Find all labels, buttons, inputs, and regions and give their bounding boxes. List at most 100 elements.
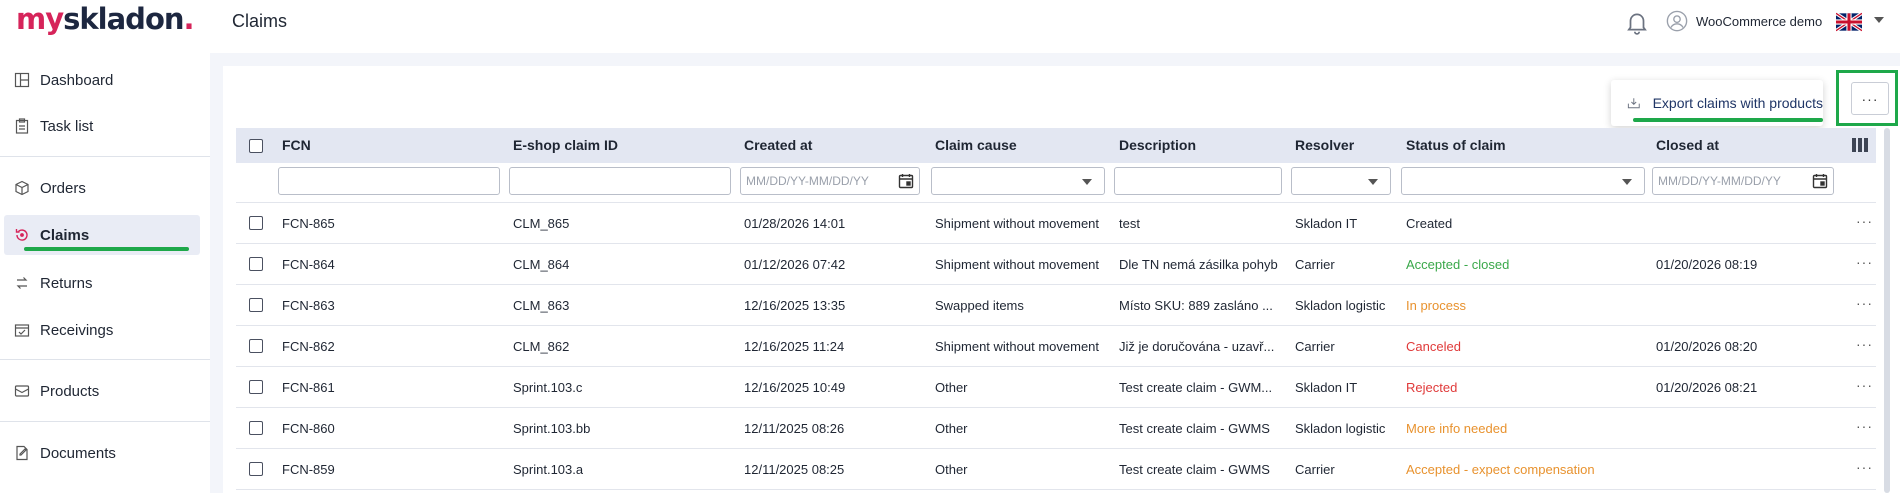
cell-fcn[interactable]: FCN-865: [282, 203, 335, 244]
row-actions-button[interactable]: ···: [1856, 326, 1873, 363]
sidebar-item-receivings[interactable]: Receivings: [0, 310, 210, 350]
brand-logo[interactable]: myskladon.: [16, 2, 195, 36]
claim-cause-filter-select[interactable]: [931, 167, 1105, 195]
row-checkbox[interactable]: [249, 339, 263, 353]
row-checkbox[interactable]: [249, 462, 263, 476]
cell-status: Canceled: [1406, 339, 1461, 354]
chevron-down-icon: [1082, 179, 1092, 185]
column-header-status[interactable]: Status of claim: [1406, 128, 1506, 163]
column-header-eshop-claim-id[interactable]: E-shop claim ID: [513, 128, 618, 163]
status-filter-select[interactable]: [1401, 167, 1645, 195]
row-checkbox[interactable]: [249, 421, 263, 435]
column-header-claim-cause[interactable]: Claim cause: [935, 128, 1017, 163]
cell-status: More info needed: [1406, 421, 1508, 436]
row-actions-button[interactable]: ···: [1856, 244, 1873, 281]
cell-created-at: 12/11/2025 08:26: [744, 421, 845, 436]
notification-bell-icon[interactable]: [1624, 8, 1650, 36]
sidebar-item-documents[interactable]: Documents: [0, 433, 210, 473]
cell-claim-cause: Shipment without movement: [935, 339, 1100, 354]
row-checkbox[interactable]: [249, 257, 263, 271]
uk-flag-icon[interactable]: [1836, 12, 1862, 32]
user-avatar-icon: [1666, 10, 1688, 32]
cell-status: Accepted - expect compensation: [1406, 462, 1595, 477]
cell-description: Test create claim - GWM...: [1119, 380, 1273, 395]
row-actions-button[interactable]: ···: [1856, 408, 1873, 445]
sidebar-item-label: Documents: [40, 444, 116, 462]
sidebar-divider: [0, 359, 210, 360]
cell-description: Test create claim - GWMS: [1119, 421, 1270, 436]
cell-fcn[interactable]: FCN-859: [282, 449, 335, 490]
date-range-placeholder: MM/DD/YY-MM/DD/YY: [746, 174, 869, 188]
table-row[interactable]: FCN-863 CLM_863 12/16/2025 13:35 Swapped…: [236, 285, 1876, 326]
row-actions-button[interactable]: ···: [1856, 367, 1873, 404]
cell-claim-cause: Swapped items: [935, 298, 1024, 313]
cell-resolver: Carrier: [1295, 339, 1335, 354]
cell-fcn[interactable]: FCN-863: [282, 285, 335, 326]
sidebar-item-products[interactable]: Products: [0, 371, 210, 411]
documents-icon: [16, 445, 28, 461]
cell-created-at: 12/16/2025 13:35: [744, 298, 846, 313]
cell-resolver: Skladon IT: [1295, 380, 1358, 395]
row-checkbox[interactable]: [249, 380, 263, 394]
clipboard-icon: [15, 118, 29, 134]
user-menu[interactable]: WooCommerce demo: [1666, 10, 1822, 32]
date-range-placeholder: MM/DD/YY-MM/DD/YY: [1658, 174, 1781, 188]
table-row[interactable]: FCN-864 CLM_864 01/12/2026 07:42 Shipmen…: [236, 244, 1876, 285]
column-settings-icon[interactable]: [1852, 138, 1868, 152]
top-bar: myskladon. Claims WooCommerce demo: [0, 0, 1900, 53]
column-header-created-at[interactable]: Created at: [744, 128, 812, 163]
cell-claim-cause: Other: [935, 462, 968, 477]
cell-fcn[interactable]: FCN-862: [282, 326, 335, 367]
closed-at-filter-input[interactable]: MM/DD/YY-MM/DD/YY: [1652, 167, 1834, 195]
cell-fcn[interactable]: FCN-861: [282, 367, 335, 408]
eshop-claim-id-filter-input[interactable]: [509, 167, 731, 195]
cell-closed-at: 01/20/2026 08:21: [1656, 380, 1758, 395]
created-at-filter-input[interactable]: MM/DD/YY-MM/DD/YY: [740, 167, 920, 195]
active-item-highlight: [24, 247, 189, 251]
column-header-fcn[interactable]: FCN: [282, 128, 311, 163]
sidebar-divider: [0, 156, 210, 157]
chevron-down-icon: [1622, 179, 1632, 185]
row-checkbox[interactable]: [249, 216, 263, 230]
column-header-closed-at[interactable]: Closed at: [1656, 128, 1719, 163]
table-row[interactable]: FCN-859 Sprint.103.a 12/11/2025 08:25 Ot…: [236, 449, 1876, 490]
column-header-resolver[interactable]: Resolver: [1295, 128, 1354, 163]
cell-fcn[interactable]: FCN-860: [282, 408, 335, 449]
sidebar-item-label: Receivings: [40, 321, 114, 339]
column-header-description[interactable]: Description: [1119, 128, 1196, 163]
cell-fcn[interactable]: FCN-864: [282, 244, 335, 285]
fcn-filter-input[interactable]: [278, 167, 500, 195]
cell-claim-cause: Shipment without movement: [935, 257, 1100, 272]
select-all-checkbox[interactable]: [249, 139, 263, 153]
row-actions-button[interactable]: ···: [1856, 449, 1873, 486]
row-checkbox[interactable]: [249, 298, 263, 312]
receivings-icon: [14, 324, 30, 337]
row-actions-button[interactable]: ···: [1856, 285, 1873, 322]
sidebar-item-returns[interactable]: Returns: [0, 263, 210, 303]
chevron-down-icon[interactable]: [1874, 17, 1884, 23]
box-icon: [15, 180, 29, 196]
table-row[interactable]: FCN-861 Sprint.103.c 12/16/2025 10:49 Ot…: [236, 367, 1876, 408]
cell-eshop-claim-id: Sprint.103.c: [513, 380, 583, 395]
cell-resolver: Skladon logistic: [1295, 421, 1386, 436]
cell-created-at: 01/28/2026 14:01: [744, 216, 846, 231]
cell-resolver: Skladon IT: [1295, 216, 1358, 231]
table-row[interactable]: FCN-862 CLM_862 12/16/2025 11:24 Shipmen…: [236, 326, 1876, 367]
description-filter-input[interactable]: [1114, 167, 1282, 195]
row-actions-button[interactable]: ···: [1856, 203, 1873, 240]
resolver-filter-select[interactable]: [1291, 167, 1391, 195]
cell-description: Již je doručována - uzavř...: [1119, 339, 1275, 354]
table-scrollbar[interactable]: [1884, 128, 1890, 493]
calendar-icon[interactable]: [898, 173, 914, 189]
cell-created-at: 12/16/2025 10:49: [744, 380, 846, 395]
table-row[interactable]: FCN-865 CLM_865 01/28/2026 14:01 Shipmen…: [236, 203, 1876, 244]
cell-description: test: [1119, 216, 1140, 231]
cell-resolver: Skladon logistic: [1295, 298, 1386, 313]
sidebar-item-label: Claims: [40, 226, 90, 244]
sidebar-item-orders[interactable]: Orders: [0, 168, 210, 208]
calendar-icon[interactable]: [1812, 173, 1828, 189]
cell-description: Test create claim - GWMS: [1119, 462, 1270, 477]
sidebar-item-dashboard[interactable]: Dashboard: [0, 60, 210, 100]
table-row[interactable]: FCN-860 Sprint.103.bb 12/11/2025 08:26 O…: [236, 408, 1876, 449]
sidebar-item-task-list[interactable]: Task list: [0, 106, 210, 146]
